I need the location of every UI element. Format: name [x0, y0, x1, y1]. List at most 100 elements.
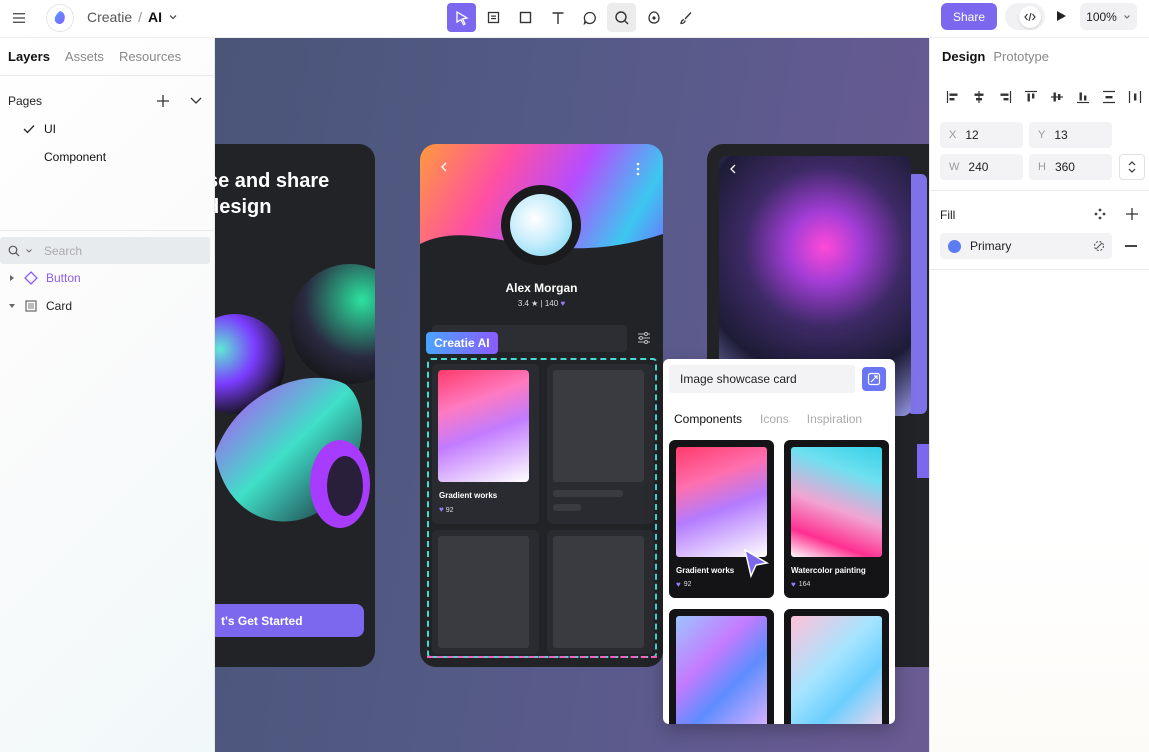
code-icon: [1019, 5, 1041, 28]
profile-stats-text: 3.4 ★ | 140: [517, 299, 559, 308]
x-label: X: [949, 129, 957, 141]
plugin-tool[interactable]: [639, 3, 668, 32]
result-card-ink[interactable]: [784, 609, 889, 724]
swap-icon: [1128, 161, 1136, 173]
right-panel-tabs: Design Prototype: [942, 49, 1049, 64]
page-item-ui[interactable]: UI: [22, 122, 56, 136]
align-right-button[interactable]: [992, 84, 1018, 110]
tab-assets[interactable]: Assets: [65, 49, 104, 64]
breadcrumb: Creatie / AI: [87, 9, 178, 25]
share-button[interactable]: Share: [941, 3, 997, 30]
check-icon: [23, 125, 35, 134]
pointer-cursor-icon: [743, 548, 770, 578]
height-field[interactable]: H 360: [1029, 154, 1112, 180]
hero-text: se and share design: [215, 168, 367, 220]
y-field[interactable]: Y 13: [1029, 122, 1112, 148]
fill-swatch[interactable]: [948, 239, 961, 253]
distribute-horizontal-icon: [1128, 91, 1142, 103]
menu-icon[interactable]: [10, 10, 28, 26]
add-page-icon[interactable]: [156, 94, 170, 108]
alignment-toolbar: [940, 84, 1148, 110]
app-name[interactable]: Creatie: [87, 9, 132, 25]
add-fill-icon[interactable]: [1125, 207, 1139, 221]
distribute-vertical-button[interactable]: [1096, 84, 1122, 110]
zoom-dropdown[interactable]: 100%: [1080, 3, 1137, 30]
frame-icon: [487, 11, 499, 23]
ai-search-icon: [614, 10, 628, 24]
layer-item-card[interactable]: Card: [8, 299, 72, 313]
selection-box-bottom: [427, 358, 657, 658]
top-toolbar: Creatie / AI Share 100%: [0, 0, 1149, 38]
filter-icon[interactable]: [637, 331, 651, 345]
avatar: [501, 185, 581, 265]
file-name[interactable]: AI: [148, 9, 162, 25]
chevron-down-icon: [1123, 14, 1130, 19]
back-icon[interactable]: [729, 164, 737, 174]
tab-inspiration[interactable]: Inspiration: [807, 412, 862, 426]
tab-layers[interactable]: Layers: [8, 49, 50, 64]
marble-image: [676, 616, 767, 724]
creatie-ai-badge[interactable]: Creatie AI: [426, 332, 498, 354]
zoom-value: 100%: [1086, 9, 1117, 24]
get-started-button[interactable]: t's Get Started: [215, 604, 364, 637]
align-top-button[interactable]: [1018, 84, 1044, 110]
comment-tool[interactable]: [575, 3, 604, 32]
constrain-proportions-button[interactable]: [1119, 154, 1145, 180]
onboarding-frame[interactable]: se and share design t's Get Started: [215, 144, 375, 667]
distribute-horizontal-button[interactable]: [1122, 84, 1148, 110]
x-field[interactable]: X 12: [940, 122, 1023, 148]
dev-mode-toggle[interactable]: [1005, 3, 1045, 30]
rectangle-tool[interactable]: [511, 3, 540, 32]
ai-search-tool[interactable]: [607, 3, 636, 32]
page-item-component[interactable]: Component: [44, 150, 106, 164]
tab-icons[interactable]: Icons: [760, 412, 789, 426]
action-button[interactable]: [917, 444, 929, 478]
fill-item[interactable]: Primary: [940, 233, 1112, 259]
layer-search-input[interactable]: Search: [0, 237, 210, 264]
popup-tabs: Components Icons Inspiration: [674, 412, 862, 426]
back-icon[interactable]: [440, 162, 448, 172]
align-center-button[interactable]: [966, 84, 992, 110]
generate-button[interactable]: [862, 367, 886, 391]
align-left-button[interactable]: [940, 84, 966, 110]
tab-prototype[interactable]: Prototype: [993, 49, 1049, 64]
y-label: Y: [1038, 129, 1046, 141]
app-logo-icon[interactable]: [46, 4, 74, 32]
width-field[interactable]: W 240: [940, 154, 1023, 180]
text-tool[interactable]: [543, 3, 572, 32]
y-value: 13: [1054, 128, 1068, 142]
x-value: 12: [965, 128, 979, 142]
chevron-down-icon[interactable]: [8, 302, 16, 310]
component-icon: [24, 271, 38, 285]
detach-style-icon[interactable]: [1092, 239, 1106, 253]
chevron-down-icon[interactable]: [168, 12, 178, 22]
page-label: UI: [44, 122, 56, 136]
tab-resources[interactable]: Resources: [119, 49, 181, 64]
frame-tool[interactable]: [479, 3, 508, 32]
style-icon[interactable]: [1093, 207, 1107, 221]
w-value: 240: [968, 160, 989, 174]
result-card-marble[interactable]: [669, 609, 774, 724]
search-icon: [8, 245, 20, 256]
chevron-right-icon[interactable]: [8, 274, 16, 282]
play-icon[interactable]: [1053, 8, 1069, 24]
layer-item-button[interactable]: Button: [8, 271, 81, 285]
move-tool[interactable]: [447, 3, 476, 32]
result-card-watercolor[interactable]: Watercolor painting ♥ 164: [784, 440, 889, 598]
brush-tool[interactable]: [671, 3, 700, 32]
card-likes: ♥ 164: [791, 580, 810, 589]
tab-design[interactable]: Design: [942, 49, 985, 64]
align-bottom-button[interactable]: [1070, 84, 1096, 110]
comment-icon: [583, 11, 596, 25]
prompt-input[interactable]: Image showcase card: [669, 365, 855, 393]
left-panel-tabs: Layers Assets Resources: [8, 49, 181, 64]
chevron-down-icon[interactable]: [189, 96, 203, 106]
align-middle-button[interactable]: [1044, 84, 1070, 110]
chevron-down-icon[interactable]: [25, 247, 33, 255]
align-middle-icon: [1051, 92, 1063, 102]
text-icon: [552, 11, 563, 24]
remove-fill-icon[interactable]: [1125, 245, 1137, 247]
more-icon[interactable]: [636, 162, 640, 176]
tab-components[interactable]: Components: [674, 412, 742, 426]
search-placeholder: Search: [44, 243, 83, 258]
